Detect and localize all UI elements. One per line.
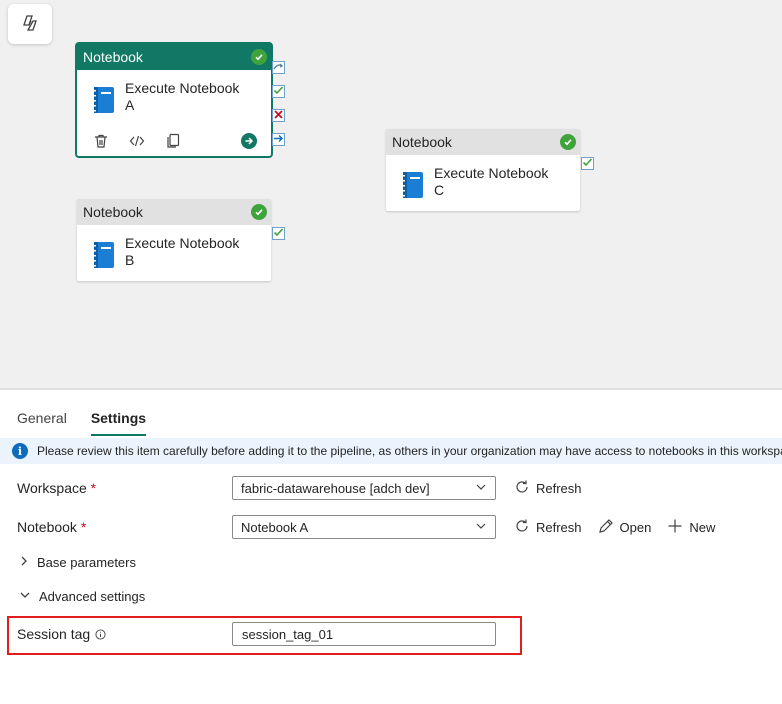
activity-type-label: Notebook — [83, 49, 143, 65]
notebook-new-button[interactable]: New — [667, 518, 715, 537]
on-fail-port[interactable] — [272, 109, 285, 122]
on-success-port[interactable] — [581, 157, 594, 170]
on-success-port[interactable] — [272, 85, 285, 98]
notebook-icon — [91, 86, 115, 117]
on-skip-port[interactable] — [272, 61, 285, 74]
on-completion-port[interactable] — [272, 133, 285, 146]
pipeline-canvas[interactable]: Notebook Execute Notebook A Notebook Exe… — [0, 0, 782, 388]
success-check-port-icon — [273, 84, 284, 99]
workspace-refresh-button[interactable]: Refresh — [514, 479, 582, 498]
activity-name: Execute Notebook C — [434, 165, 549, 198]
success-check-port-icon — [273, 226, 284, 241]
notebook-icon — [400, 171, 424, 202]
activity-execute-notebook-a[interactable]: Notebook Execute Notebook A — [75, 42, 273, 158]
refresh-icon — [514, 518, 536, 537]
chevron-down-icon — [475, 481, 487, 496]
workspace-row: Workspace * fabric-datawarehouse [adch d… — [17, 476, 582, 500]
notebook-refresh-button[interactable]: Refresh — [514, 518, 582, 537]
go-arrow-icon[interactable] — [241, 133, 257, 149]
success-check-icon — [251, 204, 267, 220]
chevron-down-icon — [475, 520, 487, 535]
success-check-icon — [251, 49, 267, 65]
copy-icon[interactable] — [165, 133, 181, 149]
fail-x-icon — [273, 108, 284, 123]
panel-tabs: General Settings — [0, 390, 782, 436]
success-check-icon — [560, 134, 576, 150]
notebook-label: Notebook * — [17, 519, 87, 535]
workspace-dropdown[interactable]: fabric-datawarehouse [adch dev] — [232, 476, 496, 500]
activity-type-label: Notebook — [83, 204, 143, 220]
skip-arrow-icon — [273, 60, 284, 75]
plus-icon — [667, 518, 689, 537]
tab-settings[interactable]: Settings — [90, 410, 147, 436]
chevron-right-icon — [19, 555, 37, 570]
info-message-bar: i Please review this item carefully befo… — [0, 438, 782, 464]
open-label: Open — [619, 519, 652, 535]
notebook-dropdown[interactable]: Notebook A — [232, 515, 496, 539]
base-parameters-label: Base parameters — [37, 555, 136, 570]
notebook-value: Notebook A — [241, 519, 309, 535]
chevron-down-icon — [19, 589, 39, 604]
code-icon[interactable] — [129, 133, 145, 149]
annotation-highlight-box — [7, 616, 522, 655]
advanced-settings-toggle[interactable]: Advanced settings — [19, 589, 145, 604]
notebook-row: Notebook * Notebook A Refresh Open New — [17, 515, 715, 539]
notebook-open-button[interactable]: Open — [598, 518, 652, 537]
new-label: New — [689, 519, 716, 535]
tab-general[interactable]: General — [17, 410, 67, 436]
info-message-text: Please review this item carefully before… — [37, 444, 782, 458]
activity-execute-notebook-c[interactable]: Notebook Execute Notebook C — [386, 129, 580, 211]
activity-type-label: Notebook — [392, 134, 452, 150]
refresh-label: Refresh — [536, 519, 582, 535]
notebook-icon — [91, 241, 115, 272]
activity-name: Execute Notebook A — [125, 80, 240, 113]
advanced-settings-label: Advanced settings — [39, 589, 146, 604]
on-success-port[interactable] — [272, 227, 285, 240]
completion-arrow-icon — [273, 132, 284, 147]
copilot-icon — [20, 13, 40, 36]
success-check-port-icon — [582, 156, 593, 171]
copilot-button[interactable] — [8, 4, 52, 44]
activity-name: Execute Notebook B — [125, 235, 240, 268]
workspace-value: fabric-datawarehouse [adch dev] — [241, 480, 430, 496]
workspace-label: Workspace * — [17, 480, 97, 496]
refresh-label: Refresh — [536, 480, 582, 496]
delete-icon[interactable] — [93, 133, 109, 149]
info-icon: i — [12, 443, 28, 459]
activity-execute-notebook-b[interactable]: Notebook Execute Notebook B — [77, 199, 271, 281]
base-parameters-toggle[interactable]: Base parameters — [19, 555, 136, 570]
properties-panel: General Settings i Please review this it… — [0, 388, 782, 704]
refresh-icon — [514, 479, 536, 498]
pencil-icon — [598, 518, 620, 537]
